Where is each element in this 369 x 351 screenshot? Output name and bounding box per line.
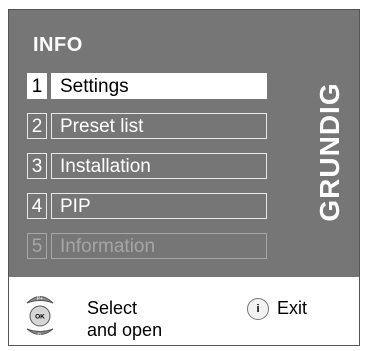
osd-window: INFO 1 Settings 2 Preset list 3 Installa… [8, 9, 360, 346]
hint-line-2: and open [87, 320, 163, 340]
menu-item-number: 2 [27, 113, 47, 139]
hint-line-1: Select [87, 298, 138, 318]
menu-item-label: Settings [51, 73, 267, 99]
menu-item-label: Preset list [51, 113, 267, 139]
menu-item-preset-list[interactable]: 2 Preset list [27, 113, 267, 139]
menu-item-label: Installation [51, 153, 267, 179]
menu-item-installation[interactable]: 3 Installation [27, 153, 267, 179]
menu-item-pip[interactable]: 4 PIP [27, 193, 267, 219]
menu-item-number: 1 [27, 73, 47, 99]
menu-item-number: 3 [27, 153, 47, 179]
brand-logo: GRUNDIG [314, 62, 345, 242]
menu-item-number: 5 [27, 233, 47, 259]
svg-text:OK: OK [35, 314, 45, 321]
help-footer: P+ OK P- Select and open i Exit [9, 277, 359, 345]
info-button-icon: i [247, 298, 269, 320]
select-and-open-hint: Select and open [87, 297, 162, 341]
info-menu-panel: INFO 1 Settings 2 Preset list 3 Installa… [9, 10, 359, 277]
menu-item-label: Information [51, 233, 267, 259]
exit-label: Exit [277, 298, 308, 318]
menu-title: INFO [33, 34, 83, 56]
svg-text:P+: P+ [37, 296, 43, 302]
svg-text:P-: P- [38, 333, 43, 339]
menu-item-settings[interactable]: 1 Settings [27, 73, 267, 99]
menu-item-label: PIP [51, 193, 267, 219]
menu-item-information: 5 Information [27, 233, 267, 259]
brand-text: GRUNDIG [314, 82, 345, 222]
ok-dial-icon: P+ OK P- [23, 289, 57, 341]
menu-item-number: 4 [27, 193, 47, 219]
